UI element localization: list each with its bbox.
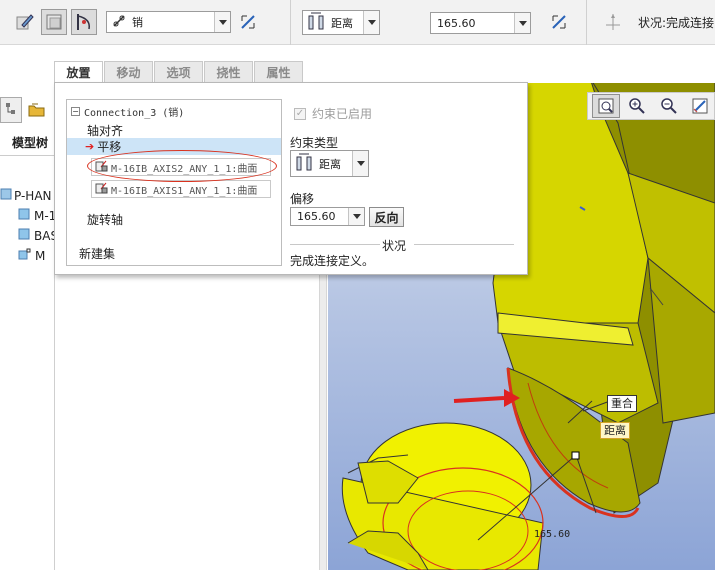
- constraint-type-combo[interactable]: 距离: [302, 10, 380, 35]
- connection-type-combo[interactable]: 销: [106, 11, 231, 33]
- surface-ref-icon: [95, 181, 108, 197]
- toolbar-separator: [586, 0, 587, 45]
- highlight-ellipse: [87, 150, 277, 182]
- constraint-set-list: − Connection_3 (销) 轴对齐 ➔ 平移 M-16IB_AXIS2…: [66, 99, 282, 266]
- status-text: 状况:完成连接: [638, 16, 715, 30]
- flip-direction-icon[interactable]: [546, 9, 572, 35]
- folder-icon: [28, 102, 46, 121]
- edit-pencil-icon[interactable]: [12, 9, 38, 35]
- toolbar-separator: [290, 0, 291, 45]
- connection-node[interactable]: − Connection_3 (销): [71, 104, 285, 119]
- tab-options[interactable]: 选项: [154, 61, 203, 83]
- offset-value-text: 165.60: [437, 16, 476, 30]
- status-axis-icon: [600, 9, 626, 35]
- distance-constraint-icon: [307, 11, 325, 34]
- current-arrow-icon: ➔: [85, 140, 95, 153]
- user-defined-connection-icon[interactable]: [71, 9, 97, 35]
- pane-splitter[interactable]: [319, 275, 327, 570]
- part-icon: [18, 228, 30, 243]
- distance-constraint-icon: [295, 152, 313, 175]
- flip-button[interactable]: 反向: [369, 207, 404, 227]
- zoom-out-icon[interactable]: [655, 94, 682, 118]
- dashboard-toolbar: 销 距离 165.60 状况:完成连接: [0, 0, 715, 45]
- tree-item-part[interactable]: BAS: [18, 228, 58, 243]
- zoom-in-icon[interactable]: [624, 94, 651, 118]
- chevron-down-icon[interactable]: [348, 208, 364, 225]
- constraint-enabled-label: 约束已启用: [312, 107, 373, 121]
- model-tree-header: 模型树: [12, 136, 49, 150]
- tab-move[interactable]: 移动: [104, 61, 153, 83]
- tree-item-part[interactable]: M-1: [18, 208, 56, 223]
- chevron-down-icon[interactable]: [363, 11, 379, 34]
- offset-value-field[interactable]: 165.60: [430, 12, 531, 34]
- folder-browser-tab[interactable]: [25, 99, 49, 123]
- constraint-type-label: 约束类型: [290, 136, 339, 150]
- dimension-value[interactable]: 165.60: [534, 529, 570, 540]
- placement-panel: − Connection_3 (销) 轴对齐 ➔ 平移 M-16IB_AXIS2…: [54, 82, 528, 275]
- constraint-axis-alignment[interactable]: 轴对齐: [87, 122, 301, 139]
- tree-item-label: M: [35, 248, 46, 263]
- view-toolbar: [587, 92, 715, 120]
- model-tree-area: [55, 275, 319, 570]
- chevron-down-icon[interactable]: [352, 151, 368, 176]
- repaint-icon[interactable]: [687, 94, 714, 118]
- assembly-icon: [0, 188, 12, 203]
- pin-connection-icon: [112, 14, 126, 31]
- distance-callout[interactable]: 距离: [600, 422, 630, 439]
- tree-item-label: M-1: [34, 208, 57, 223]
- coincident-callout[interactable]: 重合: [607, 395, 637, 412]
- part-icon: [18, 208, 30, 223]
- divider: [290, 244, 380, 245]
- model-tree-pane: 模型树 P-HAN M-1 BAS M: [0, 83, 58, 570]
- panel-offset-value: 165.60: [297, 210, 336, 223]
- part-icon: [18, 248, 32, 263]
- reference-2-label: M-16IB_AXIS1_ANY_1_1:曲面: [111, 185, 258, 197]
- connection-type-value: 销: [132, 16, 143, 29]
- chevron-down-icon[interactable]: [514, 13, 530, 33]
- checkbox-check-icon: ✓: [294, 107, 306, 120]
- collapse-icon[interactable]: −: [71, 107, 80, 116]
- tree-item-label: P-HAN: [14, 188, 52, 203]
- divider: [0, 155, 55, 156]
- refit-view-icon[interactable]: [592, 94, 620, 118]
- model-tree-tab[interactable]: [0, 97, 22, 123]
- divider: [414, 244, 514, 245]
- component-window-icon[interactable]: [41, 9, 67, 35]
- constraint-rotation-axis[interactable]: 旋转轴: [87, 211, 301, 228]
- tab-placement[interactable]: 放置: [54, 61, 103, 83]
- tab-properties[interactable]: 属性: [254, 61, 303, 83]
- constraint-translation-label: 平移: [97, 140, 122, 154]
- new-set-link[interactable]: 新建集: [79, 245, 293, 262]
- constraint-enabled-checkbox[interactable]: ✓ 约束已启用: [294, 105, 372, 122]
- reference-2[interactable]: M-16IB_AXIS1_ANY_1_1:曲面: [91, 180, 271, 198]
- tree-icon: [5, 102, 17, 119]
- connection-name: Connection_3 (销): [84, 108, 185, 119]
- chevron-down-icon[interactable]: [214, 12, 230, 32]
- convert-constraint-icon[interactable]: [235, 9, 261, 35]
- dashboard-tab-strip: 放置 移动 选项 挠性 属性: [54, 61, 304, 83]
- status-message: 完成连接定义。: [290, 254, 375, 268]
- tab-flexibility[interactable]: 挠性: [204, 61, 253, 83]
- tree-item-root[interactable]: P-HAN: [0, 188, 52, 203]
- status-heading: 状况: [382, 239, 407, 253]
- tree-item-part[interactable]: M: [18, 248, 45, 263]
- panel-constraint-type-combo[interactable]: 距离: [290, 150, 369, 177]
- panel-constraint-type-value: 距离: [319, 157, 341, 171]
- constraint-type-value: 距离: [331, 16, 353, 30]
- offset-label: 偏移: [290, 192, 315, 206]
- panel-offset-field[interactable]: 165.60: [290, 207, 365, 226]
